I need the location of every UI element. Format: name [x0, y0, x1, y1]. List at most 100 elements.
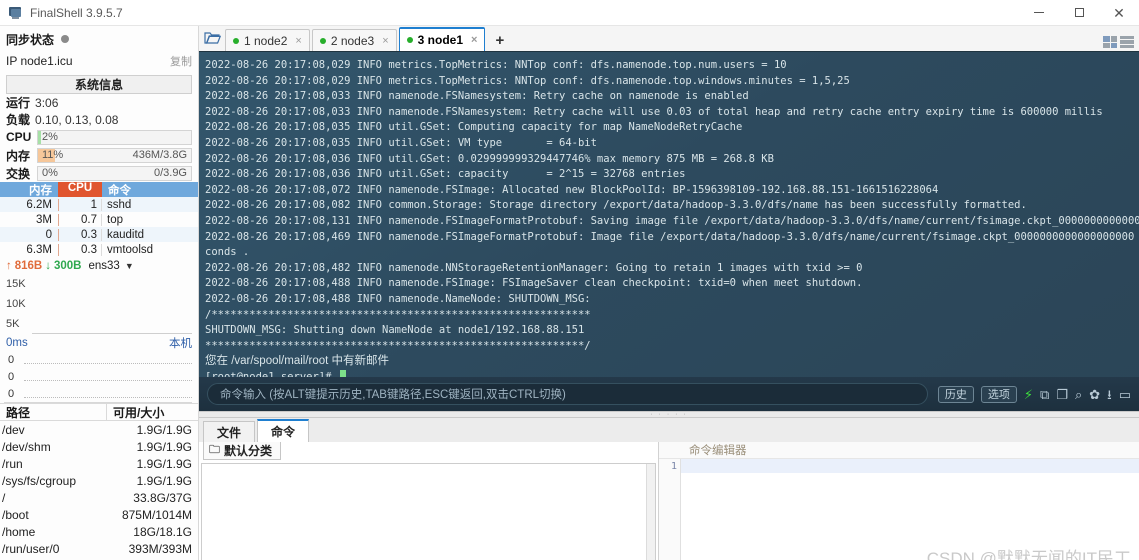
- default-category-tab[interactable]: 🗀 默认分类: [203, 442, 282, 460]
- network-traffic-chart: 15K 10K 5K: [4, 274, 192, 334]
- bottom-tab[interactable]: 命令: [257, 419, 310, 442]
- terminal-line: 2022-08-26 20:17:08,072 INFO namenode.FS…: [205, 183, 939, 196]
- tab-status-dot-icon: [233, 37, 239, 44]
- ping-gridline: [24, 380, 192, 381]
- disk-path: /run: [2, 456, 23, 471]
- panel-splitter[interactable]: · · · · ·: [199, 411, 1139, 418]
- tab-label: 1 node2: [244, 33, 288, 48]
- editor-gutter: 1: [659, 459, 681, 560]
- process-row[interactable]: 6.3M 0.3 vmtoolsd: [0, 242, 198, 257]
- disk-size: 1.9G/1.9G: [136, 456, 192, 471]
- tab-close-icon[interactable]: ×: [295, 35, 301, 47]
- disk-row[interactable]: /run 1.9G/1.9G: [0, 455, 198, 472]
- bottom-tab-bar: 文件 命令: [199, 418, 1139, 442]
- disk-table-body: /dev 1.9G/1.9G/dev/shm 1.9G/1.9G/run 1.9G/1…: [0, 421, 198, 557]
- ping-value: 0: [8, 387, 15, 400]
- disk-row[interactable]: /sys/fs/cgroup 1.9G/1.9G: [0, 472, 198, 489]
- meter-label: CPU: [6, 130, 32, 144]
- terminal-line: ****************************************…: [205, 339, 591, 352]
- command-editor-pane: 命令编辑器 1 CSDN @默默无闻的IT民工: [659, 442, 1139, 560]
- load-label: 负载: [6, 113, 31, 127]
- minimize-button[interactable]: [1019, 0, 1059, 26]
- editor-active-line: [681, 459, 1139, 473]
- paste-icon[interactable]: ❐: [1056, 388, 1068, 401]
- copy-link[interactable]: 复制: [170, 53, 192, 69]
- meter-bar: 11% 436M/3.8G: [37, 147, 192, 163]
- disk-size: 1.9G/1.9G: [136, 439, 192, 454]
- gear-icon[interactable]: ✿: [1089, 388, 1100, 401]
- editor-code-area[interactable]: CSDN @默默无闻的IT民工: [681, 459, 1139, 560]
- process-row[interactable]: 0 0.3 kauditd: [0, 227, 198, 242]
- process-row[interactable]: 3M 0.7 top: [0, 212, 198, 227]
- tab-close-icon[interactable]: ×: [382, 35, 388, 47]
- meter-detail: 0/3.9G: [153, 166, 187, 179]
- maximize-button[interactable]: [1059, 0, 1099, 26]
- bolt-icon[interactable]: ⚡: [1024, 388, 1033, 401]
- window-icon[interactable]: ▭: [1119, 388, 1131, 401]
- terminal-line: 2022-08-26 20:17:08,082 INFO common.Stor…: [205, 199, 1027, 212]
- download-value: 300B: [54, 259, 82, 272]
- watermark: CSDN @默默无闻的IT民工: [926, 549, 1131, 560]
- meter-percent: 0%: [42, 166, 58, 179]
- meter-detail: 436M/3.8G: [132, 148, 187, 161]
- terminal-line: /***************************************…: [205, 308, 591, 321]
- ping-value: 0: [8, 353, 15, 366]
- session-tab[interactable]: 3 node1 ×: [398, 27, 486, 51]
- meter-percent: 2%: [42, 130, 58, 143]
- process-cpu: 1: [58, 198, 102, 211]
- download-icon[interactable]: ⭳: [1107, 388, 1112, 401]
- disk-row[interactable]: /dev 1.9G/1.9G: [0, 421, 198, 438]
- bottom-tab[interactable]: 文件: [203, 421, 256, 442]
- copy-icon[interactable]: ⧉: [1040, 388, 1049, 401]
- meter-percent: 11%: [42, 148, 64, 161]
- chevron-down-icon[interactable]: ▼: [125, 261, 134, 271]
- disk-path: /dev: [2, 422, 25, 437]
- tab-list: 1 node2 × 2 node3 × 3 node1 ×: [225, 27, 487, 51]
- tab-close-icon[interactable]: ×: [471, 34, 477, 46]
- uptime-value: 3:06: [35, 95, 59, 110]
- search-icon[interactable]: ⌕: [1075, 388, 1082, 401]
- process-row[interactable]: 6.2M 1 sshd: [0, 197, 198, 212]
- category-list-body[interactable]: [201, 463, 656, 560]
- options-button[interactable]: 选项: [980, 385, 1017, 403]
- terminal-output[interactable]: 2022-08-26 20:17:08,029 INFO metrics.Top…: [199, 52, 1139, 411]
- meter-row: 交换 0% 0/3.9G: [0, 164, 198, 182]
- disk-row[interactable]: /home 18G/18.1G: [0, 523, 198, 540]
- session-tab[interactable]: 2 node3 ×: [311, 29, 397, 51]
- command-category-pane: 🗀 默认分类: [199, 442, 659, 560]
- disk-size: 18G/18.1G: [133, 524, 192, 539]
- tab-label: 2 node3: [330, 33, 375, 48]
- chart-y-tick: 5K: [6, 318, 20, 330]
- bottom-panes: 🗀 默认分类 命令编辑器 1 CSDN @默默无闻的IT民工: [199, 442, 1139, 560]
- list-layout-icon[interactable]: [1120, 36, 1134, 48]
- meter-bar: 0% 0/3.9G: [37, 165, 192, 181]
- session-tab[interactable]: 1 node2 ×: [225, 29, 310, 51]
- window-title: FinalShell 3.9.5.7: [30, 5, 123, 20]
- process-mem: 6.3M: [26, 243, 52, 256]
- chart-y-axis: 15K 10K 5K: [4, 274, 32, 334]
- ping-host-label: 本机: [169, 337, 192, 350]
- process-cpu: 0.3: [58, 228, 102, 241]
- default-category-label: 默认分类: [224, 444, 273, 458]
- disk-size: 393M/393M: [128, 541, 192, 556]
- command-input[interactable]: 命令输入 (按ALT键提示历史,TAB键路径,ESC键返回,双击CTRL切换): [207, 383, 928, 405]
- disk-row[interactable]: /run/user/0 393M/393M: [0, 540, 198, 557]
- ping-header: 0ms 本机: [0, 334, 198, 351]
- disk-row[interactable]: / 33.8G/37G: [0, 489, 198, 506]
- interface-name: ens33: [88, 259, 120, 272]
- ping-row: 0: [4, 368, 192, 385]
- bottom-tab-list: 文件 命令: [203, 419, 311, 442]
- category-scrollbar[interactable]: [646, 464, 655, 560]
- editor-title: 命令编辑器: [659, 442, 1139, 459]
- history-button[interactable]: 历史: [937, 385, 974, 403]
- ping-gridline: [24, 363, 192, 364]
- terminal-line: 2022-08-26 20:17:08,482 INFO namenode.NN…: [205, 261, 863, 274]
- disk-row[interactable]: /boot 875M/1014M: [0, 506, 198, 523]
- system-info-button[interactable]: 系统信息: [6, 75, 192, 94]
- grid-layout-icon[interactable]: [1103, 36, 1117, 48]
- disk-row[interactable]: /dev/shm 1.9G/1.9G: [0, 438, 198, 455]
- close-button[interactable]: ✕: [1099, 0, 1139, 26]
- new-tab-button[interactable]: +: [487, 32, 512, 51]
- ping-value: 0: [8, 370, 15, 383]
- open-folder-icon[interactable]: [199, 25, 225, 51]
